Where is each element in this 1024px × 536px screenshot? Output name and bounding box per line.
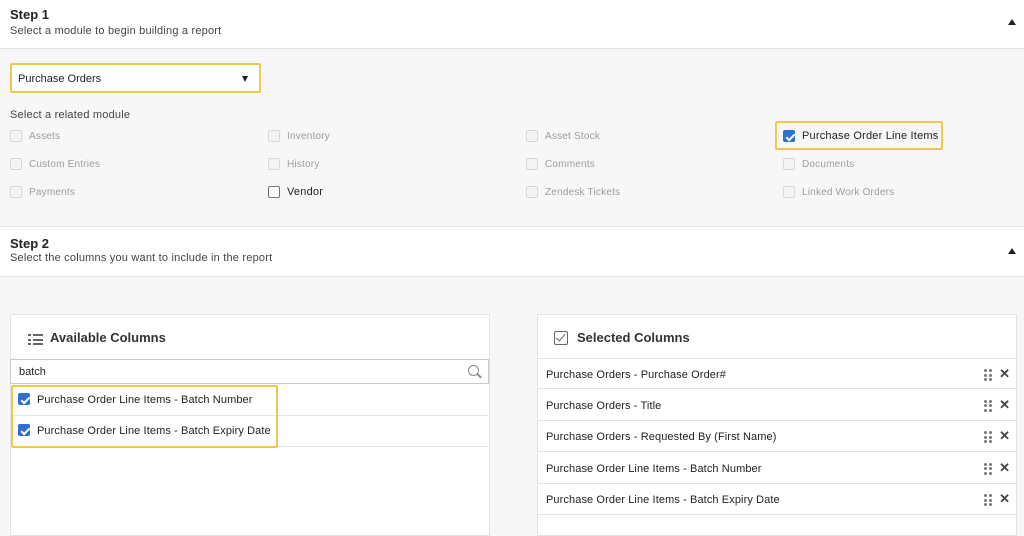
checkbox[interactable]	[268, 158, 280, 170]
related-module-history[interactable]: History	[268, 157, 320, 171]
step1-header[interactable]: Step 1 Select a module to begin building…	[0, 0, 1024, 49]
checkbox-label: Vendor	[287, 186, 324, 198]
selected-column-row[interactable]: Purchase Order Line Items - Batch Number…	[538, 452, 1016, 484]
drag-handle-icon[interactable]	[984, 369, 992, 381]
caret-up-icon[interactable]	[1008, 248, 1016, 254]
close-icon[interactable]: ✕	[999, 428, 1010, 444]
check-square-icon	[554, 331, 568, 345]
checkbox-label: Purchase Order Line Items	[802, 130, 939, 142]
checkbox-label: Comments	[545, 158, 595, 170]
checkbox[interactable]	[783, 186, 795, 198]
drag-handle-icon[interactable]	[984, 431, 992, 443]
drag-handle-icon[interactable]	[984, 462, 992, 475]
checkbox-label: Asset Stock	[545, 130, 600, 142]
column-label: Purchase Orders - Requested By (First Na…	[546, 431, 777, 443]
checkbox[interactable]	[783, 130, 795, 142]
checkbox-label: Payments	[29, 186, 76, 198]
column-label: Purchase Order Line Items - Batch Expiry…	[546, 494, 780, 506]
selected-column-row[interactable]: Purchase Order Line Items - Batch Expiry…	[538, 484, 1016, 515]
step2-subtitle: Select the columns you want to include i…	[10, 252, 273, 264]
caret-down-icon[interactable]	[242, 76, 248, 82]
close-icon[interactable]: ✕	[999, 460, 1010, 476]
close-icon[interactable]: ✕	[999, 491, 1010, 507]
selected-columns-title: Selected Columns	[577, 330, 690, 345]
step2-header[interactable]: Step 2 Select the columns you want to in…	[0, 226, 1024, 277]
related-module-custom-entries[interactable]: Custom Entries	[10, 157, 100, 171]
checkbox-label: Assets	[29, 130, 61, 142]
checkbox[interactable]	[783, 158, 795, 170]
related-module-purchase-order-line-items[interactable]: Purchase Order Line Items	[783, 129, 938, 143]
checkbox-label: History	[287, 158, 320, 170]
checkbox[interactable]	[526, 158, 538, 170]
column-search[interactable]	[10, 359, 489, 384]
checkbox-label: Documents	[802, 158, 855, 170]
related-module-assets[interactable]: Assets	[10, 129, 60, 143]
drag-handle-icon[interactable]	[984, 494, 992, 506]
related-module-zendesk-tickets[interactable]: Zendesk Tickets	[526, 185, 620, 199]
close-icon[interactable]: ✕	[999, 397, 1010, 413]
checkbox-label: Zendesk Tickets	[545, 186, 621, 198]
selected-column-row[interactable]: Purchase Orders - Requested By (First Na…	[538, 421, 1016, 452]
caret-up-icon[interactable]	[1008, 19, 1016, 25]
list-icon	[28, 334, 43, 345]
search-icon[interactable]	[468, 365, 479, 376]
step2-title: Step 2	[10, 236, 50, 251]
step1-subtitle: Select a module to begin building a repo…	[10, 25, 222, 37]
related-module-comments[interactable]: Comments	[526, 157, 595, 171]
checkbox[interactable]	[10, 130, 22, 142]
highlight-box	[11, 385, 278, 448]
checkbox[interactable]	[526, 130, 538, 142]
column-label: Purchase Orders - Purchase Order#	[546, 369, 726, 381]
related-module-documents[interactable]: Documents	[783, 157, 854, 171]
related-module-inventory[interactable]: Inventory	[268, 129, 330, 143]
checkbox[interactable]	[268, 130, 280, 142]
related-module-vendor[interactable]: Vendor	[268, 185, 323, 199]
close-icon[interactable]: ✕	[999, 366, 1010, 382]
column-label: Purchase Order Line Items - Batch Number	[546, 462, 762, 475]
selected-column-row[interactable]: Purchase Orders - Purchase Order# ✕	[538, 358, 1016, 389]
module-select[interactable]: Purchase Orders	[10, 63, 261, 93]
checkbox[interactable]	[10, 158, 22, 170]
drag-handle-icon[interactable]	[984, 399, 992, 412]
related-module-linked-work-orders[interactable]: Linked Work Orders	[783, 185, 894, 199]
related-module-label: Select a related module	[10, 109, 131, 121]
selected-column-row[interactable]: Purchase Orders - Title ✕	[538, 389, 1016, 421]
checkbox-label: Linked Work Orders	[802, 186, 895, 198]
available-columns-title: Available Columns	[50, 330, 166, 345]
related-module-payments[interactable]: Payments	[10, 185, 75, 199]
checkbox[interactable]	[526, 186, 538, 198]
search-input[interactable]	[19, 366, 449, 378]
related-module-asset-stock[interactable]: Asset Stock	[526, 129, 600, 143]
checkbox-label: Inventory	[287, 130, 330, 142]
checkbox[interactable]	[268, 186, 280, 198]
module-select-value: Purchase Orders	[18, 73, 102, 85]
step1-title: Step 1	[10, 7, 50, 22]
checkbox-label: Custom Entries	[29, 158, 101, 170]
checkbox[interactable]	[10, 186, 22, 198]
column-label: Purchase Orders - Title	[546, 399, 662, 412]
